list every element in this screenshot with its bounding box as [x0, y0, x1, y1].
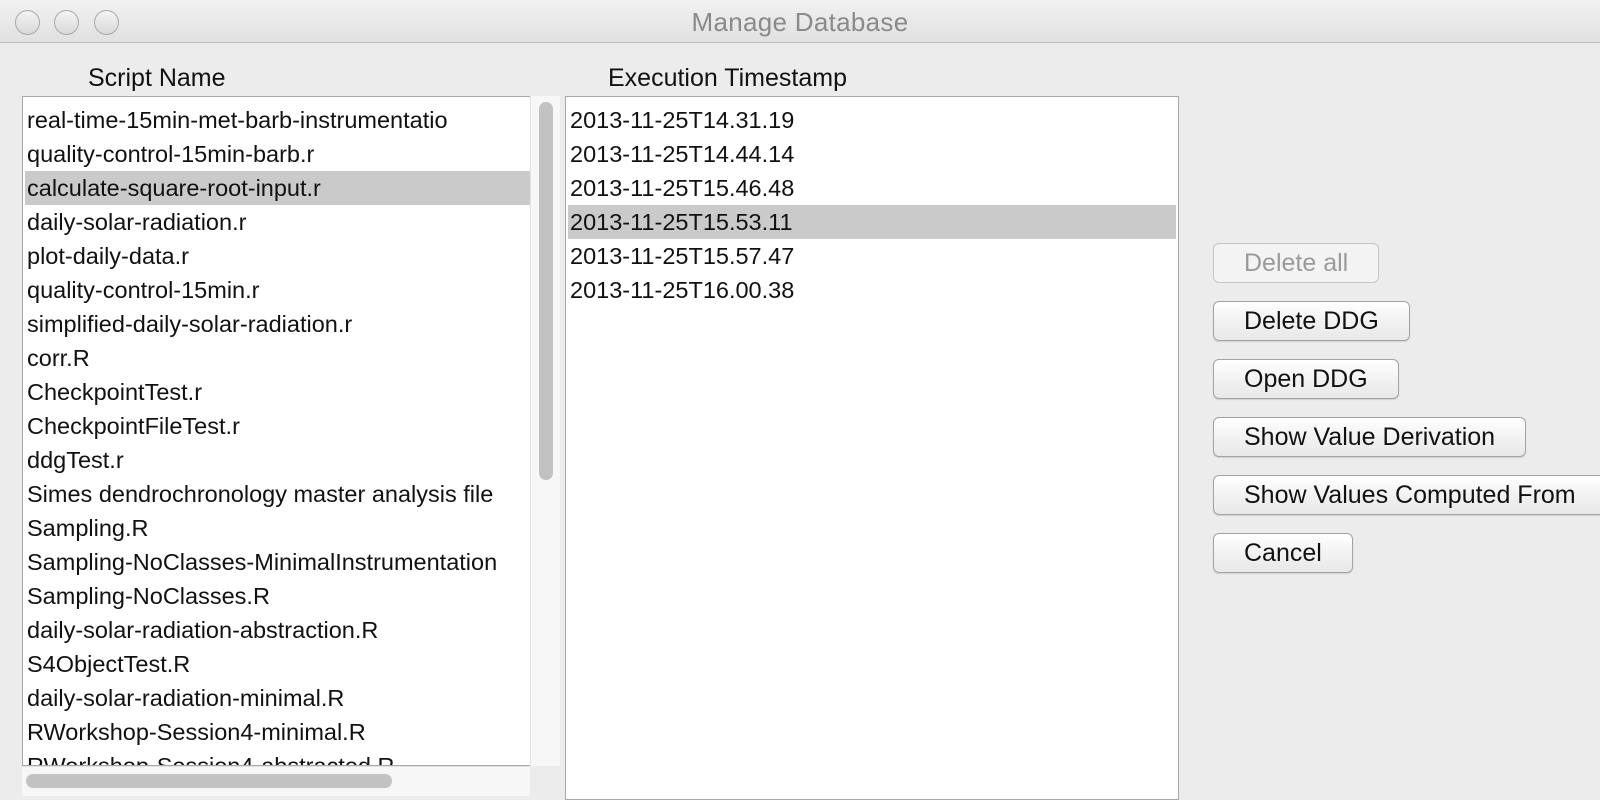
timestamp-list-item[interactable]: 2013-11-25T15.46.48 — [568, 171, 1176, 205]
script-list-item[interactable]: real-time-15min-met-barb-instrumentatio — [25, 103, 531, 137]
manage-database-window: Manage Database Script Name Execution Ti… — [0, 0, 1600, 800]
open-ddg-button[interactable]: Open DDG — [1213, 359, 1399, 399]
window-title: Manage Database — [691, 7, 909, 37]
title-bar: Manage Database — [0, 0, 1600, 43]
show-values-computed-from-button[interactable]: Show Values Computed From — [1213, 475, 1600, 515]
timestamp-list-item[interactable]: 2013-11-25T15.53.11 — [568, 205, 1176, 239]
horizontal-scrollbar-thumb[interactable] — [26, 774, 392, 788]
script-list-item[interactable]: Sampling-NoClasses.R — [25, 579, 531, 613]
script-name-list[interactable]: real-time-15min-met-barb-instrumentatio q… — [22, 96, 532, 766]
execution-timestamp-header: Execution Timestamp — [608, 64, 847, 92]
script-list-item[interactable]: Sampling.R — [25, 511, 531, 545]
script-list-vertical-scrollbar[interactable] — [530, 96, 560, 766]
delete-all-button[interactable]: Delete all — [1213, 243, 1380, 283]
script-list-item[interactable]: Sampling-NoClasses-MinimalInstrumentatio… — [25, 545, 531, 579]
show-value-derivation-button[interactable]: Show Value Derivation — [1213, 417, 1527, 457]
script-name-header: Script Name — [88, 64, 226, 92]
timestamp-list-item[interactable]: 2013-11-25T16.00.38 — [568, 273, 1176, 307]
script-list-item[interactable]: CheckpointTest.r — [25, 375, 531, 409]
script-list-item[interactable]: S4ObjectTest.R — [25, 647, 531, 681]
script-list-item[interactable]: calculate-square-root-input.r — [25, 171, 531, 205]
script-list-item[interactable]: daily-solar-radiation-abstraction.R — [25, 613, 531, 647]
script-list-item[interactable]: RWorkshop-Session4-minimal.R — [25, 715, 531, 749]
script-list-item[interactable]: daily-solar-radiation-minimal.R — [25, 681, 531, 715]
script-list-item[interactable]: simplified-daily-solar-radiation.r — [25, 307, 531, 341]
script-list-item[interactable]: ddgTest.r — [25, 443, 531, 477]
script-list-item[interactable]: daily-solar-radiation.r — [25, 205, 531, 239]
vertical-scrollbar-thumb[interactable] — [539, 102, 553, 480]
timestamp-list-item[interactable]: 2013-11-25T14.44.14 — [568, 137, 1176, 171]
script-list-item[interactable]: corr.R — [25, 341, 531, 375]
cancel-button[interactable]: Cancel — [1213, 533, 1353, 573]
script-list-item[interactable]: quality-control-15min.r — [25, 273, 531, 307]
script-list-item[interactable]: Simes dendrochronology master analysis f… — [25, 477, 531, 511]
script-list-item[interactable]: quality-control-15min-barb.r — [25, 137, 531, 171]
script-list-horizontal-scrollbar[interactable] — [22, 766, 530, 796]
timestamp-list-item[interactable]: 2013-11-25T14.31.19 — [568, 103, 1176, 137]
script-list-item[interactable]: CheckpointFileTest.r — [25, 409, 531, 443]
script-list-item[interactable]: plot-daily-data.r — [25, 239, 531, 273]
script-list-item[interactable]: RWorkshop-Session4-abstracted.R — [25, 749, 531, 765]
delete-ddg-button[interactable]: Delete DDG — [1213, 301, 1410, 341]
timestamp-list-item[interactable]: 2013-11-25T15.57.47 — [568, 239, 1176, 273]
execution-timestamp-list[interactable]: 2013-11-25T14.31.19 2013-11-25T14.44.14 20… — [565, 96, 1179, 800]
